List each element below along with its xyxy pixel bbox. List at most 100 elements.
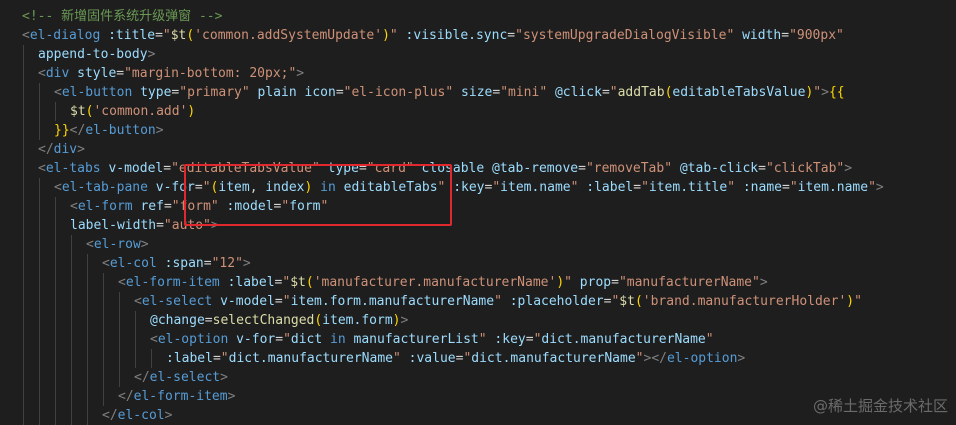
code-line-content: <!-- 新增固件系统升级弹窗 --> — [22, 7, 222, 26]
code-token: " — [789, 180, 798, 195]
indent-guide — [39, 121, 40, 140]
code-line[interactable]: <el-form ref="form" :model="form" — [0, 197, 956, 216]
code-token: v-for — [147, 180, 195, 195]
code-token: :label — [219, 275, 275, 290]
code-line-content: </div> — [38, 140, 85, 159]
code-token: "manufacturerName" — [618, 275, 760, 290]
code-line[interactable]: <el-tabs v-model="editableTabsValue" typ… — [0, 159, 956, 178]
code-token: ref — [132, 199, 164, 214]
indent-guide — [55, 254, 56, 273]
code-token: > — [242, 256, 251, 271]
code-line[interactable]: <!-- 新增固件系统升级弹窗 --> — [0, 7, 956, 26]
code-line[interactable]: <el-col :span="12"> — [0, 254, 956, 273]
code-token: " — [162, 28, 171, 43]
indent-guide — [39, 406, 40, 425]
code-token: " — [813, 85, 822, 100]
code-token: > — [400, 313, 409, 328]
code-token: :visible.sync — [397, 28, 508, 43]
code-line[interactable]: <el-option v-for="dict in manufacturerLi… — [0, 330, 956, 349]
code-token: @tab-remove — [484, 161, 579, 176]
code-token: div — [45, 66, 70, 81]
code-token: " — [609, 85, 618, 100]
code-token: "editableTabsValue" — [171, 161, 320, 176]
code-line[interactable]: <el-row> — [0, 235, 956, 254]
code-line-content: </el-form-item> — [118, 387, 235, 406]
code-token: " — [389, 28, 398, 43]
code-line-content: <el-col :span="12"> — [102, 254, 251, 273]
code-line[interactable]: <el-button type="primary" plain icon="el… — [0, 83, 956, 102]
code-line[interactable]: <el-dialog :title="$t('common.addSystemU… — [0, 26, 956, 45]
code-token: :span — [156, 256, 204, 271]
code-line-content: label-width="auto"> — [70, 216, 219, 235]
code-token: form — [289, 199, 321, 214]
code-token: < — [54, 85, 62, 100]
code-editor[interactable]: <!-- 新增固件系统升级弹窗 --> <el-dialog :title="$t… — [0, 0, 956, 425]
code-token: ) — [846, 294, 855, 309]
code-token: v-model — [100, 161, 164, 176]
indent-guide — [39, 216, 40, 235]
indent-guide — [71, 292, 72, 311]
code-token: " — [320, 199, 329, 214]
code-line[interactable]: :label="dict.manufacturerName" :value="d… — [0, 349, 956, 368]
code-token: @change — [150, 313, 205, 328]
code-line[interactable]: @change=selectChanged(item.form)> — [0, 311, 956, 330]
code-token: icon — [296, 85, 336, 100]
code-token: dict.manufacturerName — [541, 332, 706, 347]
code-token: = — [781, 28, 790, 43]
code-token: type — [319, 161, 359, 176]
code-token: $t — [170, 28, 187, 43]
code-line[interactable]: <el-form-item :label = " $t('manufacturer.m… — [0, 273, 956, 292]
code-token: dict — [290, 332, 323, 347]
code-token: el-form-item — [133, 389, 228, 404]
indent-guide — [39, 102, 40, 121]
code-token: < — [134, 294, 142, 309]
code-line[interactable]: append-to-body> — [0, 45, 956, 64]
indent-guide — [55, 330, 56, 349]
code-token: :name — [735, 180, 782, 195]
code-token: el-row — [93, 237, 141, 252]
code-line[interactable]: <div style="margin-bottom: 20px;"> — [0, 64, 956, 83]
indent-guide — [39, 349, 40, 368]
code-token: = — [163, 199, 172, 214]
code-line-content: <el-option v-for="dict in manufacturerLi… — [150, 330, 714, 349]
indent-guide — [23, 140, 24, 159]
code-line[interactable]: </el-select> — [0, 368, 956, 387]
indent-guide — [23, 216, 24, 235]
indent-guide — [55, 197, 56, 216]
code-line[interactable]: <el-select v-model="item.form.manufactur… — [0, 292, 956, 311]
code-token: ( — [634, 294, 643, 309]
code-token: ) — [556, 275, 565, 290]
code-token: " — [393, 351, 401, 366]
code-token: "form" — [171, 199, 219, 214]
indent-guide — [39, 178, 40, 197]
indent-guide — [71, 311, 72, 330]
code-token: > — [220, 370, 228, 385]
code-token: size — [453, 85, 493, 100]
code-token: " — [202, 180, 211, 195]
code-token: append-to-body — [38, 47, 148, 62]
code-line[interactable]: }}</el-button> — [0, 121, 956, 140]
code-token: "card" — [366, 161, 414, 176]
code-token: item.form.manufacturerName — [290, 294, 495, 309]
indent-guide — [39, 330, 40, 349]
code-token: = — [335, 85, 344, 100]
indent-guide — [23, 368, 24, 387]
code-line[interactable]: <el-tab-pane v-for="(item, index) in edi… — [0, 178, 956, 197]
code-token: < — [150, 332, 158, 347]
code-token: :model — [218, 199, 274, 214]
code-token: > — [164, 408, 173, 423]
code-token: dict.manufacturerName — [228, 351, 393, 366]
code-token: "mini" — [500, 85, 548, 100]
code-token: > — [821, 85, 829, 100]
code-line-content: <div style="margin-bottom: 20px;"> — [38, 64, 304, 83]
code-line[interactable]: label-width="auto"> — [0, 216, 956, 235]
code-token: el-option — [157, 332, 229, 347]
code-token: " — [220, 351, 229, 366]
code-token: ) — [382, 28, 390, 43]
code-token: $t — [619, 294, 635, 309]
code-token: "clickTab" — [765, 161, 845, 176]
indent-guide — [71, 368, 72, 387]
code-token: > — [77, 142, 85, 157]
code-line[interactable]: </div> — [0, 140, 956, 159]
code-line[interactable]: $t('common.add') — [0, 102, 956, 121]
